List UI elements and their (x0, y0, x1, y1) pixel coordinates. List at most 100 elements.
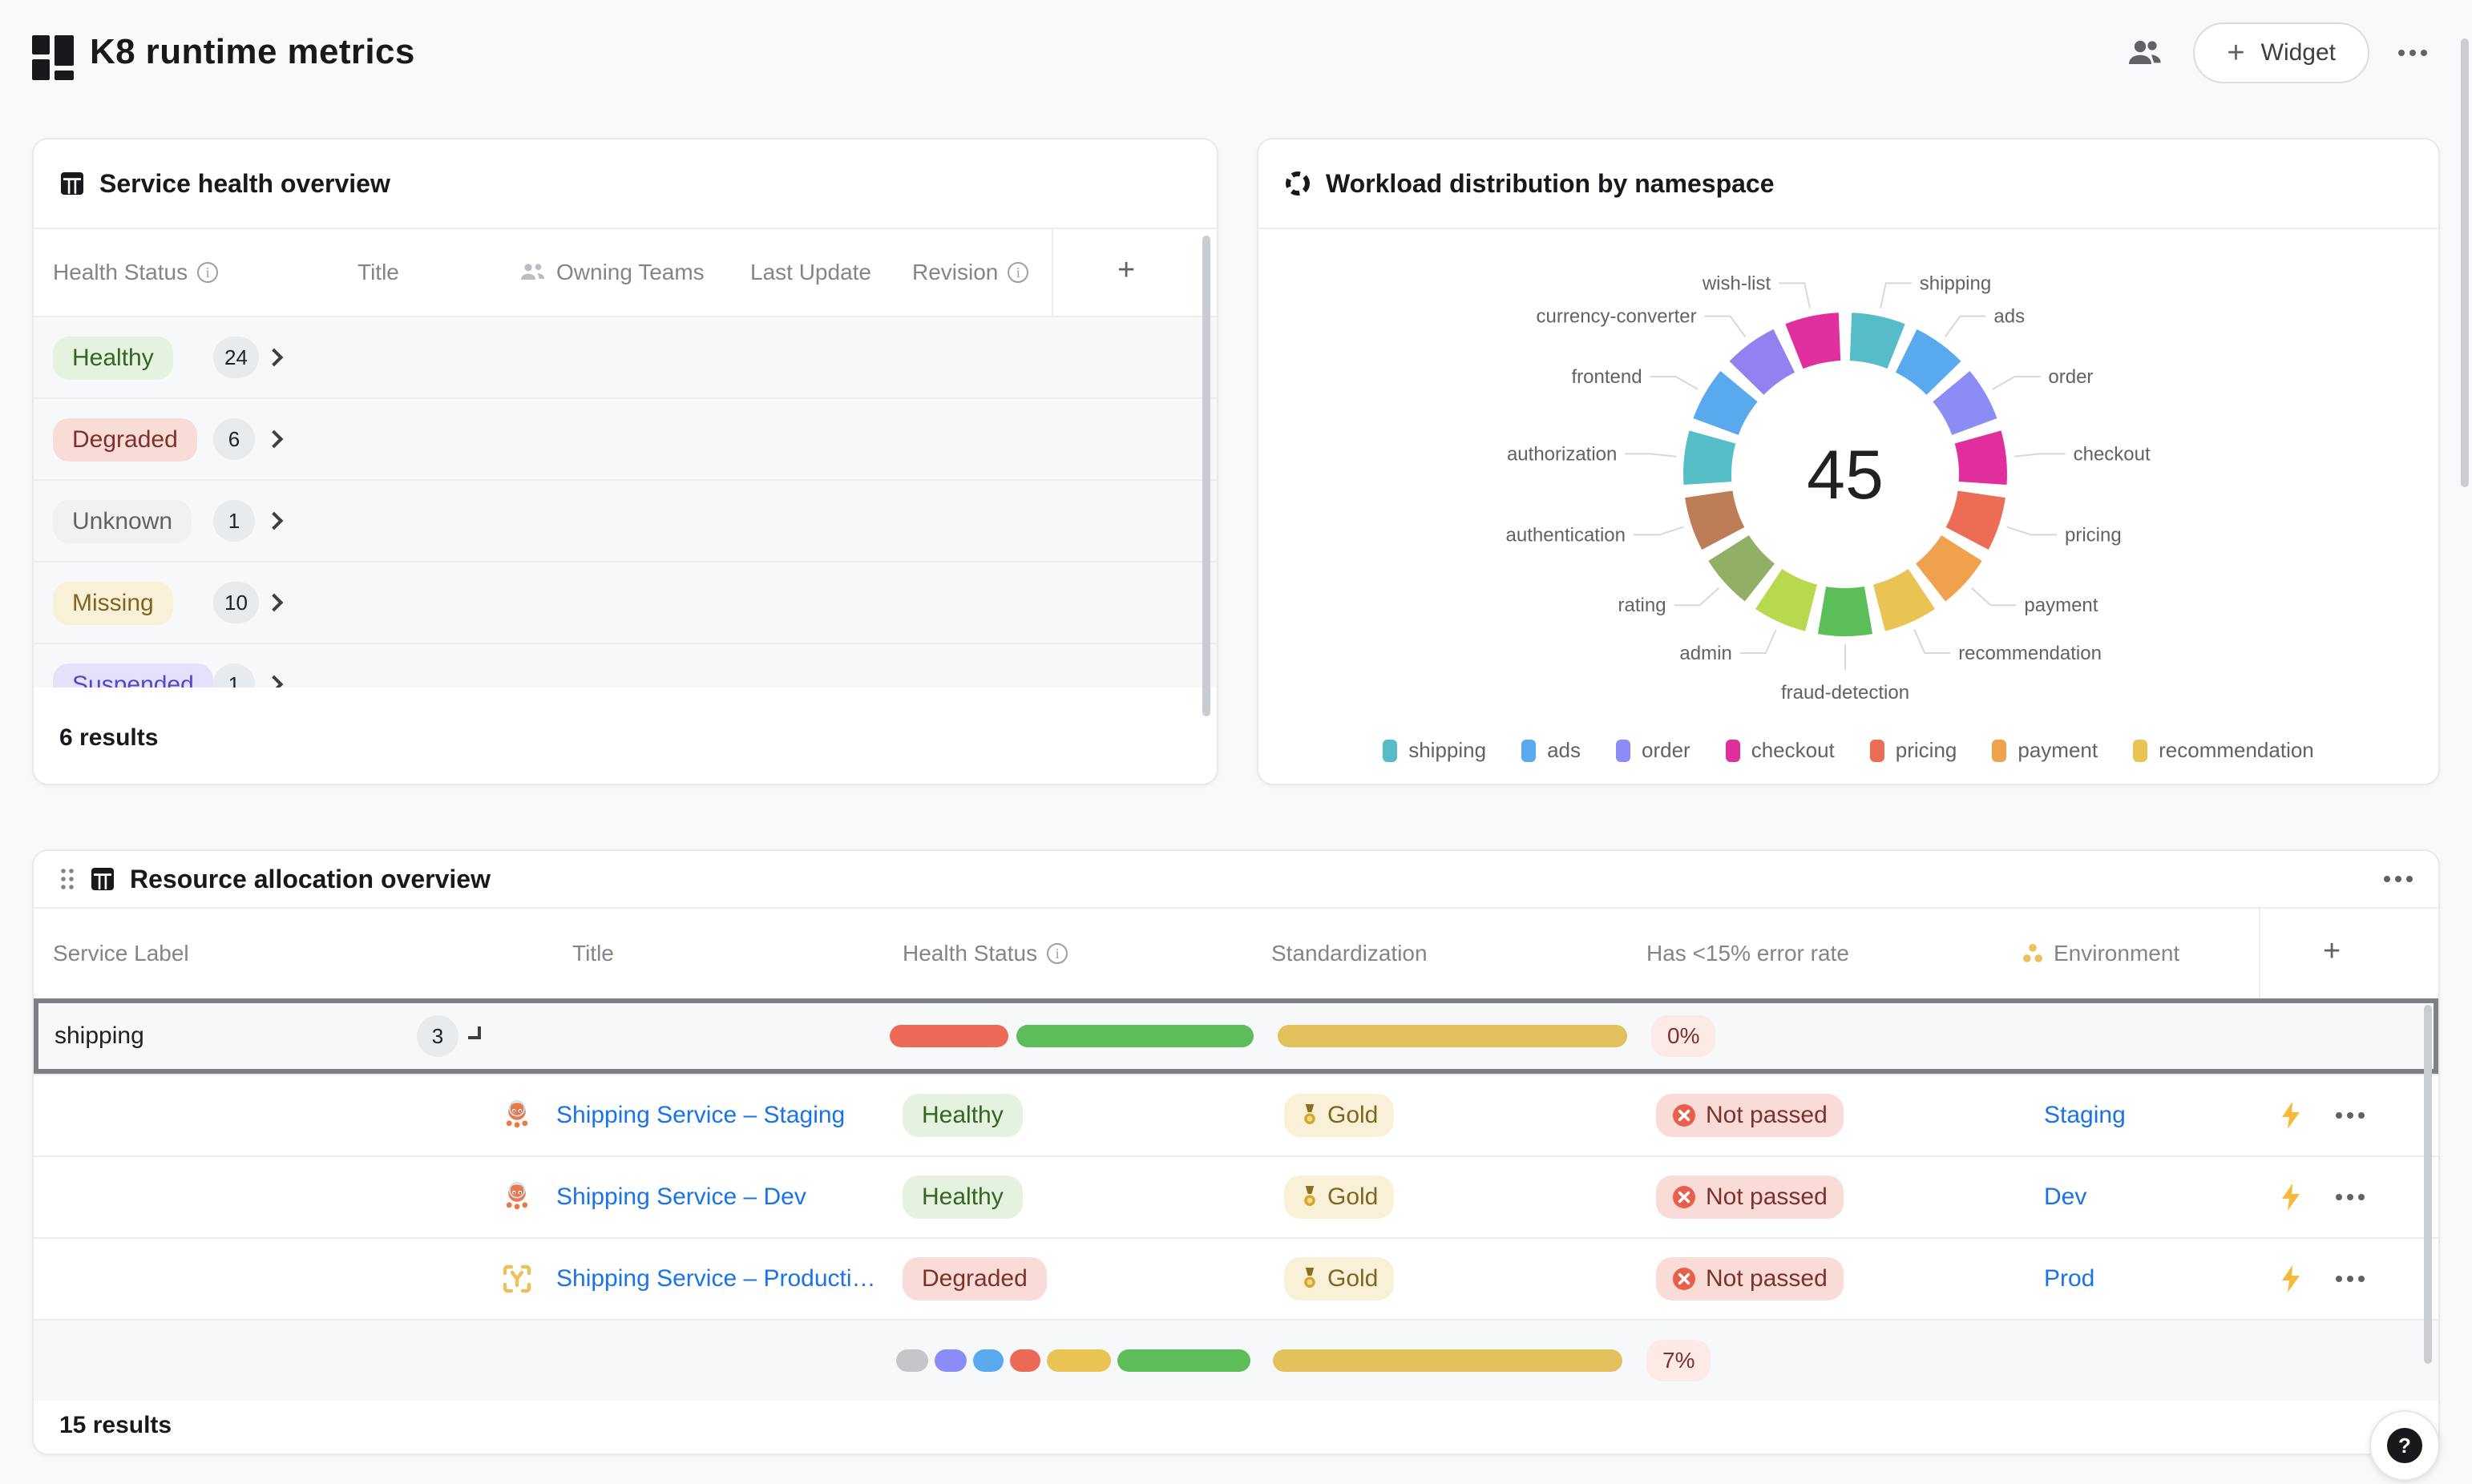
error-rate-badge: Not passed (1656, 1257, 1844, 1301)
vertical-scrollbar[interactable] (2424, 1005, 2432, 1364)
table-row: Shipping Service – Staging Healthy Gold N… (34, 1074, 2438, 1155)
page-overflow-menu[interactable] (2398, 50, 2427, 56)
donut-segment-authentication (1709, 494, 1723, 538)
standardization-bar (1278, 1025, 1627, 1047)
donut-center-total: 45 (1807, 437, 1884, 514)
service-health-title: Service health overview (99, 169, 390, 199)
table-row: Degraded6 (34, 397, 1217, 479)
legend-swatch (1383, 740, 1397, 762)
legend-item-checkout: checkout (1726, 738, 1835, 763)
workload-header: Workload distribution by namespace (1258, 139, 2438, 229)
expand-row-chevron[interactable] (265, 594, 284, 612)
col-title: Title (357, 260, 399, 285)
health-status-badge: Healthy (53, 337, 173, 380)
legend-label: shipping (1408, 738, 1486, 763)
standardization-badge: Gold (1284, 1257, 1394, 1301)
donut-segment-authorization (1707, 437, 1712, 483)
row-overflow-menu[interactable] (2336, 1194, 2365, 1200)
expand-row-chevron[interactable] (265, 675, 284, 688)
group-label: shipping (55, 1022, 144, 1050)
segment-label-ads: ads (1993, 306, 2025, 328)
col-health-status: Health Status (903, 941, 1068, 966)
expand-row-chevron[interactable] (265, 349, 284, 367)
service-title-link[interactable]: Shipping Service – Dev (556, 1184, 806, 1211)
legend-label: pricing (1896, 738, 1957, 763)
health-distribution-bar (935, 1349, 967, 1372)
label-connector-line (1779, 283, 1810, 308)
service-icon (502, 1264, 532, 1294)
segment-label-rating: rating (1618, 595, 1666, 616)
group-row-partial[interactable]: 7% (34, 1319, 2438, 1401)
donut-segment-order (1951, 386, 1974, 426)
not-passed-icon (1672, 1267, 1696, 1291)
col-environment: Environment (2022, 941, 2179, 966)
segment-label-wish-list: wish-list (1702, 272, 1771, 294)
card-overflow-menu[interactable] (2384, 876, 2413, 882)
resource-table-header: Service Label Title Health Status Standa… (34, 909, 2438, 998)
dashboard-logo-icon (32, 35, 74, 80)
users-icon (2126, 37, 2164, 69)
octopus-service-icon (502, 1100, 532, 1131)
segment-label-currency-converter: currency-converter (1537, 306, 1697, 328)
donut-segment-currency-converter (1747, 351, 1784, 378)
results-count: 6 results (59, 724, 158, 752)
label-connector-line (1972, 588, 2017, 605)
help-button[interactable]: ? (2369, 1410, 2440, 1481)
add-column-button[interactable]: + (1117, 253, 1135, 288)
expand-row-chevron[interactable] (265, 430, 284, 449)
legend-item-payment: payment (1992, 738, 2098, 763)
col-revision: Revision (912, 260, 1028, 285)
environment-link[interactable]: Prod (2044, 1265, 2094, 1292)
legend-swatch (1521, 740, 1536, 762)
ellipsis-icon (2384, 876, 2413, 882)
share-users-button[interactable] (2126, 37, 2164, 69)
row-overflow-menu[interactable] (2336, 1276, 2365, 1282)
environment-link[interactable]: Staging (2044, 1102, 2126, 1129)
info-icon[interactable] (1047, 943, 1068, 964)
health-distribution-bar (1047, 1349, 1111, 1372)
standardization-bar (1273, 1349, 1622, 1372)
legend-swatch (1992, 740, 2006, 762)
table-row: Shipping Service – DevHealthy Gold Not p… (34, 1155, 2438, 1237)
lightning-icon (2278, 1264, 2304, 1293)
quick-action-bolt[interactable] (2278, 1183, 2304, 1212)
add-widget-button[interactable]: + Widget (2193, 22, 2369, 83)
not-passed-label: Not passed (1706, 1102, 1828, 1129)
service-icon (502, 1100, 532, 1131)
error-rate-badge: Not passed (1656, 1094, 1844, 1137)
service-health-card: Service health overview Health Status Ti… (32, 138, 1218, 785)
page-scrollbar[interactable] (2461, 38, 2469, 487)
add-column-button[interactable]: + (2323, 934, 2341, 969)
info-icon[interactable] (197, 262, 218, 283)
table-icon (59, 171, 85, 196)
not-passed-icon (1672, 1185, 1696, 1209)
info-icon[interactable] (1008, 262, 1028, 283)
label-connector-line (1740, 630, 1776, 653)
resource-rows: shipping30% Shipping Service – Staging He… (34, 998, 2438, 1401)
health-distribution-bar (896, 1349, 928, 1372)
service-title-link[interactable]: Shipping Service – Staging (556, 1102, 845, 1129)
gold-label: Gold (1327, 1102, 1378, 1129)
environment-link[interactable]: Dev (2044, 1184, 2086, 1211)
vertical-scrollbar[interactable] (1202, 236, 1210, 716)
plus-icon: + (2227, 36, 2244, 71)
row-overflow-menu[interactable] (2336, 1112, 2365, 1119)
donut-segment-frontend (1716, 386, 1739, 426)
health-status-badge: Healthy (903, 1094, 1023, 1137)
segment-label-admin: admin (1679, 643, 1731, 664)
group-row-shipping[interactable]: shipping30% (34, 998, 2438, 1074)
not-passed-label: Not passed (1706, 1265, 1828, 1292)
quick-action-bolt[interactable] (2278, 1264, 2304, 1293)
collapse-group-chevron[interactable] (468, 1026, 481, 1039)
not-passed-label: Not passed (1706, 1184, 1828, 1211)
service-title-link[interactable]: Shipping Service – Producti… (556, 1265, 876, 1292)
segment-label-pricing: pricing (2065, 524, 2122, 546)
error-rate-badge: 7% (1646, 1340, 1711, 1381)
results-count: 15 results (59, 1412, 172, 1439)
expand-row-chevron[interactable] (265, 512, 284, 530)
drag-handle-icon[interactable] (59, 866, 75, 892)
quick-action-bolt[interactable] (2278, 1101, 2304, 1130)
environment-icon (2022, 942, 2044, 965)
legend-label: checkout (1751, 738, 1835, 763)
row-count-pill: 24 (213, 337, 259, 378)
